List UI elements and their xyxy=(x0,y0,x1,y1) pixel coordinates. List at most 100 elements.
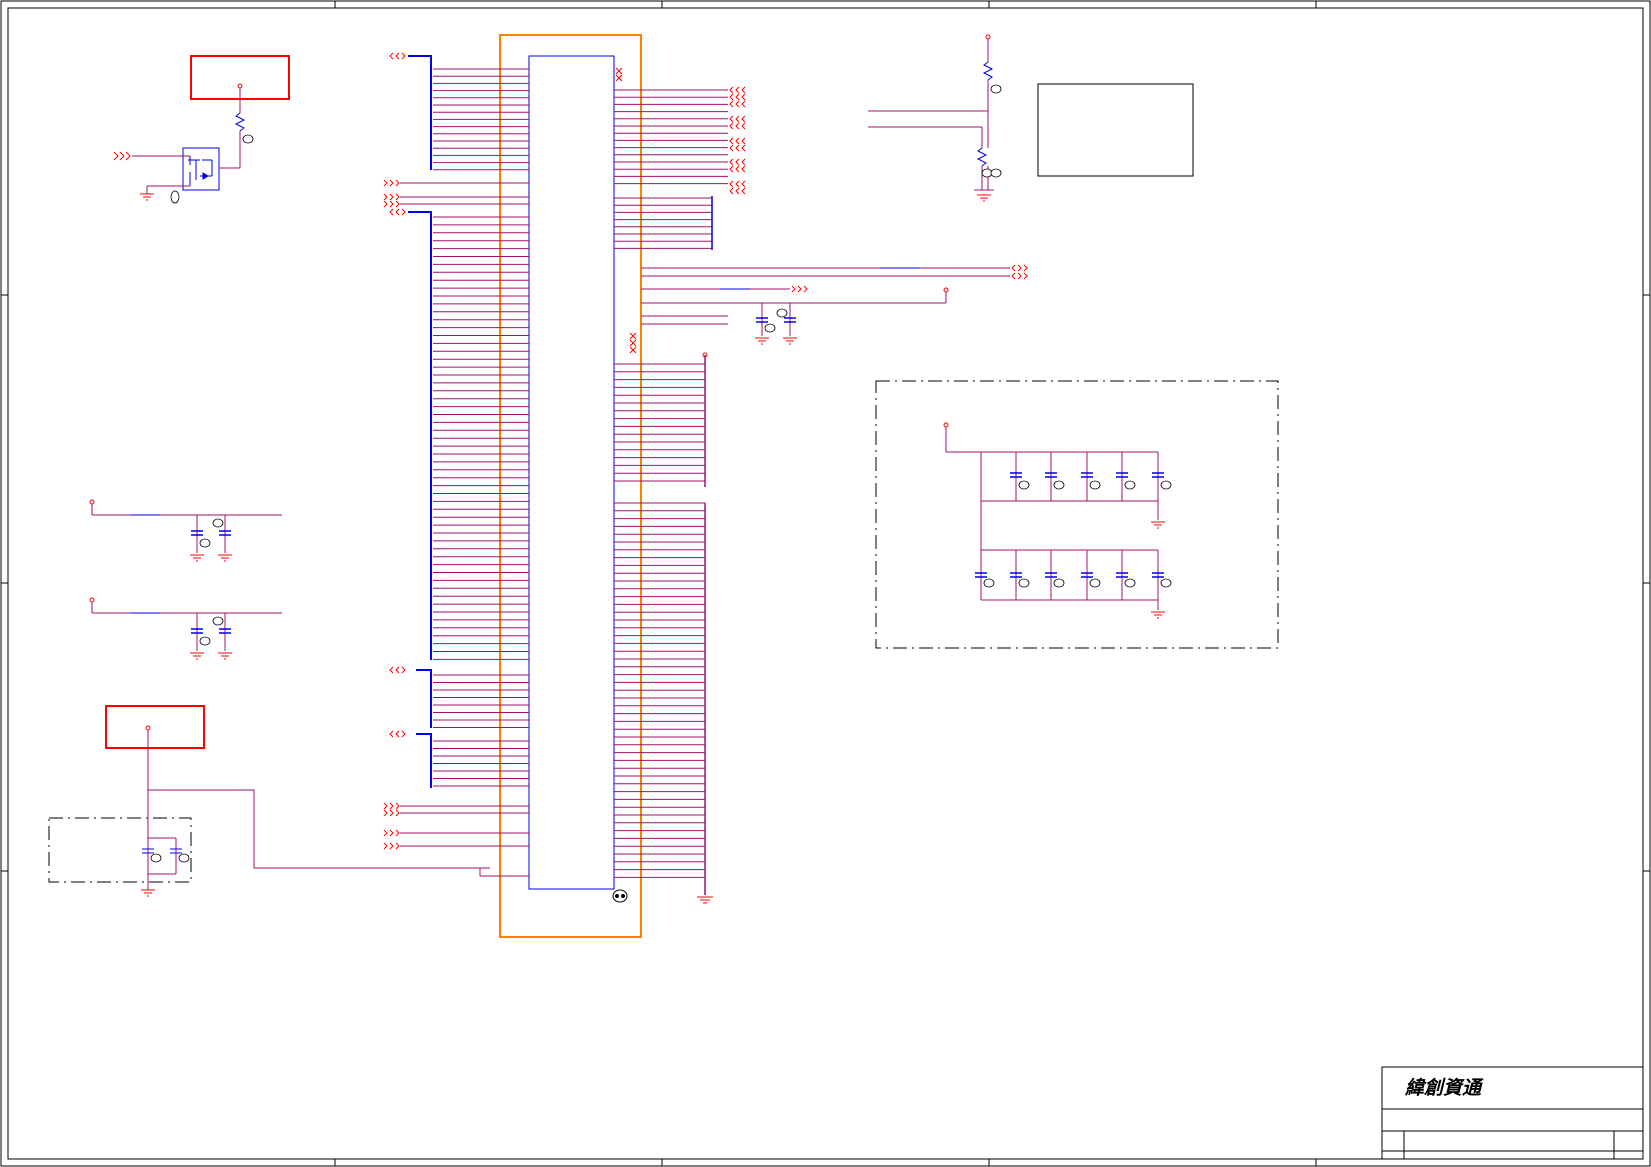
power-dot-icon xyxy=(943,287,949,293)
ref-bubble xyxy=(764,323,776,333)
left-power-rails xyxy=(89,499,282,660)
note-box xyxy=(1037,83,1194,177)
ref-bubble xyxy=(212,616,224,626)
ref-bubble xyxy=(199,636,211,646)
chevron-left-icon xyxy=(729,122,734,130)
sheet-border xyxy=(0,0,1651,1167)
cap-bank-region xyxy=(875,380,1279,649)
resistor-divider xyxy=(868,34,994,202)
chevron-right-icon xyxy=(791,285,796,293)
chevron-left-icon xyxy=(389,52,394,60)
chevron-left-icon xyxy=(729,100,734,108)
decoupling-cap-pair-mid xyxy=(755,303,797,345)
chevron-right-icon xyxy=(383,193,388,201)
ref-bubble xyxy=(1160,578,1172,588)
chevron-left-icon xyxy=(735,144,740,152)
right-pin-wires xyxy=(614,89,728,878)
chevron-right-icon xyxy=(395,179,400,187)
power-dot-icon xyxy=(89,499,95,505)
chevron-right-icon xyxy=(389,809,394,817)
chevron-right-icon xyxy=(1023,272,1028,280)
chevron-left-icon xyxy=(741,100,746,108)
ref-bubble xyxy=(1053,578,1065,588)
chevron-right-icon xyxy=(389,829,394,837)
chevron-left-icon xyxy=(729,187,734,195)
chevron-right-icon xyxy=(1017,272,1022,280)
chevron-left-icon xyxy=(741,158,746,166)
chevron-right-icon xyxy=(401,52,406,60)
chevron-left-icon xyxy=(395,666,400,674)
chevron-left-icon xyxy=(741,93,746,101)
company-name: 緯創資通 xyxy=(1404,1077,1484,1099)
chevron-left-icon xyxy=(741,144,746,152)
chevron-left-icon xyxy=(735,122,740,130)
chevron-right-icon xyxy=(395,829,400,837)
cap-bank xyxy=(943,422,1172,619)
no-connect-x-icon xyxy=(615,67,637,354)
chevron-right-icon xyxy=(401,666,406,674)
power-dot-icon xyxy=(89,597,95,603)
left-pin-wires xyxy=(433,68,529,787)
chevron-left-icon xyxy=(395,208,400,216)
ref-bubble xyxy=(212,518,224,528)
ground-symbol xyxy=(697,896,713,904)
chevron-left-icon xyxy=(741,86,746,94)
left-signal-nets xyxy=(400,182,529,847)
ref-bubble xyxy=(1053,480,1065,490)
connector-body xyxy=(528,55,615,890)
ref-bubble xyxy=(1018,480,1030,490)
chevron-right-icon xyxy=(389,802,394,810)
chevron-left-icon xyxy=(741,187,746,195)
triple-chevron-right-icon xyxy=(113,151,131,161)
chevron-left-icon xyxy=(395,52,400,60)
chevron-right-icon xyxy=(1023,264,1028,272)
chevron-left-icon xyxy=(729,165,734,173)
title-block: 緯創資通 xyxy=(1381,1066,1644,1160)
chevron-right-icon xyxy=(389,842,394,850)
chevron-left-icon xyxy=(729,115,734,123)
chevron-left-icon xyxy=(735,180,740,188)
chevron-left-icon xyxy=(735,187,740,195)
chevron-left-icon xyxy=(729,86,734,94)
chevron-left-icon xyxy=(735,115,740,123)
chevron-left-icon xyxy=(395,730,400,738)
bottom-cap-region xyxy=(48,817,192,883)
chevron-right-icon xyxy=(395,200,400,208)
chevron-left-icon xyxy=(735,165,740,173)
chevron-left-icon xyxy=(735,158,740,166)
chevron-right-icon xyxy=(389,200,394,208)
chevron-left-icon xyxy=(729,137,734,145)
left-offpage-connectors xyxy=(383,52,406,850)
ref-bubble xyxy=(1089,578,1101,588)
chevron-right-icon xyxy=(395,809,400,817)
chevron-left-icon xyxy=(735,137,740,145)
chevron-left-icon xyxy=(729,144,734,152)
chevron-right-icon xyxy=(383,802,388,810)
mosfet-switch xyxy=(132,83,246,201)
chevron-right-icon xyxy=(803,285,808,293)
chevron-right-icon xyxy=(383,842,388,850)
chevron-right-icon xyxy=(395,802,400,810)
chevron-right-icon xyxy=(797,285,802,293)
chevron-right-icon xyxy=(383,200,388,208)
chevron-left-icon xyxy=(735,100,740,108)
right-ground-buses xyxy=(704,196,713,895)
chevron-left-icon xyxy=(1011,272,1016,280)
power-dot-icon xyxy=(943,422,949,428)
red-box-bottom xyxy=(105,705,205,749)
chevron-right-icon xyxy=(389,179,394,187)
chevron-right-icon xyxy=(395,842,400,850)
ref-bubble xyxy=(983,578,995,588)
chevron-left-icon xyxy=(735,93,740,101)
chevron-left-icon xyxy=(741,137,746,145)
connector-ref-marker xyxy=(612,889,628,903)
chevron-left-icon xyxy=(389,208,394,216)
chevron-left-icon xyxy=(389,730,394,738)
chevron-left-icon xyxy=(741,122,746,130)
chevron-left-icon xyxy=(741,115,746,123)
chevron-left-icon xyxy=(741,180,746,188)
chevron-left-icon xyxy=(1011,264,1016,272)
bottom-left-net xyxy=(141,725,529,897)
chevron-left-icon xyxy=(389,666,394,674)
chevron-left-icon xyxy=(741,165,746,173)
